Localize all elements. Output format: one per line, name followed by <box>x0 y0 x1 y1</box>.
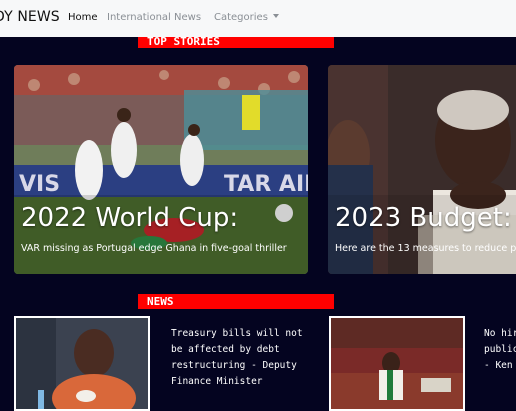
nav-categories-label: Categories <box>214 12 268 23</box>
news-headline-line: Treasury bills will not <box>171 328 303 339</box>
news-image-deputy-minister <box>16 318 148 409</box>
news-banner: NEWS <box>138 294 334 309</box>
story-subtitle: Here are the 13 measures to reduce publ <box>335 243 516 254</box>
news-headline-line: - Ken <box>484 360 513 371</box>
news-image-parliament <box>331 318 463 409</box>
story-title: 2022 World Cup: <box>21 203 239 233</box>
navbar: DY NEWS Home International News Categori… <box>0 0 516 37</box>
news-headline-line: public <box>484 344 516 355</box>
news-thumbnail[interactable] <box>329 316 465 411</box>
chevron-down-icon <box>272 14 279 18</box>
nav-international-news[interactable]: International News <box>107 12 201 23</box>
news-headline-line: restructuring - Deputy <box>171 360 297 371</box>
svg-text:TAR AIRW: TAR AIRW <box>224 172 308 197</box>
story-card-world-cup[interactable]: TAR AIRW VIS 2022 World Cup: VAR missing… <box>14 65 308 274</box>
news-thumbnail[interactable] <box>14 316 150 411</box>
top-stories-banner: TOP STORIES <box>138 37 334 48</box>
story-card-budget[interactable]: 2023 Budget: Here are the 13 measures to… <box>328 65 516 274</box>
brand-logo[interactable]: DY NEWS <box>0 9 60 25</box>
svg-text:VIS: VIS <box>19 172 60 197</box>
news-headline-line: be affected by debt <box>171 344 280 355</box>
story-subtitle: VAR missing as Portugal edge Ghana in fi… <box>21 243 287 254</box>
nav-categories-dropdown[interactable]: Categories <box>214 12 279 23</box>
news-headline-line: Finance Minister <box>171 376 263 387</box>
nav-home[interactable]: Home <box>68 12 98 23</box>
news-headline[interactable]: Treasury bills will not be affected by d… <box>171 326 303 390</box>
news-headline-line: No hir <box>484 328 516 339</box>
news-headline[interactable]: No hir public - Ken <box>484 326 516 374</box>
story-title: 2023 Budget: <box>335 203 512 233</box>
